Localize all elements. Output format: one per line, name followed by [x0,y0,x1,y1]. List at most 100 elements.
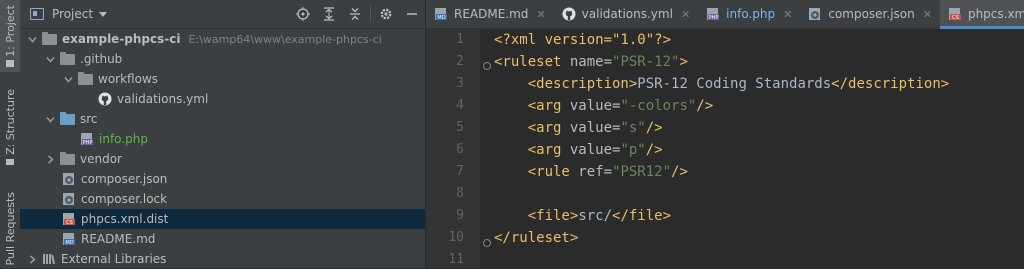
code-line[interactable]: <ruleset name="PSR-12"> [494,51,688,73]
tree-item-label: composer.lock [81,192,168,206]
view-mode-chevron-down-icon[interactable] [99,11,108,17]
project-tool-icon [6,60,14,68]
project-view-icon [30,8,44,20]
tree-row-readme-md[interactable]: MD README.md [20,229,425,249]
chevron-right-icon[interactable] [26,253,38,265]
chevron-down-icon[interactable] [26,33,38,45]
code-token: > [679,54,688,70]
folder-icon [60,111,75,125]
tab-composer-json[interactable]: composer.json ✕ [800,0,940,28]
composer-icon [62,172,76,186]
close-tab-icon[interactable]: ✕ [681,8,690,21]
close-tab-icon[interactable]: ✕ [536,8,545,21]
tree-item-label: validations.yml [117,92,209,106]
code-line[interactable]: <arg value="s"/> [494,117,663,139]
pull-requests-tool-tab[interactable]: Pull Requests [0,190,20,268]
folder-icon [60,51,75,65]
tree-row-project-root[interactable]: example-phpcs-ci E:\wamp64\www\example-p… [20,29,425,49]
structure-tool-tab[interactable]: Z: Structure [0,89,20,165]
tree-row-validations-yml[interactable]: validations.yml [20,89,425,109]
project-panel-title[interactable]: Project [52,7,93,21]
tab-label: validations.yml [581,7,673,21]
code-line[interactable]: <arg value="-colors"/> [494,95,713,117]
tree-row-vendor[interactable]: vendor [20,149,425,169]
tree-item-label: .github [80,52,123,66]
code-token: </description> [831,76,950,92]
php-file-icon: PHP [80,132,94,146]
structure-tool-label: Z: Structure [3,89,17,155]
tree-item-label: src [80,112,98,126]
tree-row-src[interactable]: src [20,109,425,129]
code-line[interactable]: <description>PSR-12 Coding Standards</de… [494,73,949,95]
code-line[interactable]: </ruleset> [494,227,578,249]
close-tab-icon[interactable]: ✕ [923,8,932,21]
line-number: 3 [456,76,464,91]
code-line[interactable]: <?xml version="1.0"?> [494,29,671,51]
tab-label: composer.json [828,7,915,21]
code-token: <description> [494,76,638,92]
svg-text:CS: CS [952,15,959,21]
line-number: 6 [456,142,464,157]
tree-row-github[interactable]: .github [20,49,425,69]
hide-panel-button[interactable] [399,0,425,28]
project-tool-tab[interactable]: 1: Project [0,0,20,72]
fold-marker-icon[interactable] [483,62,491,70]
code-line[interactable]: <arg value="p"/> [494,139,663,161]
close-tab-icon[interactable]: ✕ [783,8,792,21]
tree-item-label: vendor [80,152,122,166]
project-tree: example-phpcs-ci E:\wamp64\www\example-p… [20,29,425,269]
tab-readme-md[interactable]: MD README.md ✕ [426,0,554,28]
php-file-icon: PHP [706,7,720,21]
github-icon [562,7,576,21]
collapse-all-button[interactable] [342,0,368,28]
line-number: 4 [456,98,464,113]
xml-file-icon: CS [948,7,962,21]
chevron-down-icon[interactable] [44,113,56,125]
markdown-file-icon: MD [62,232,76,246]
tree-row-composer-lock[interactable]: composer.lock [20,189,425,209]
expand-all-icon [324,7,334,21]
tab-validations-yml[interactable]: validations.yml ✕ [554,0,699,28]
code-token: <arg [494,98,570,114]
tree-row-external-libraries[interactable]: External Libraries [20,249,425,269]
project-tool-label: 1: Project [3,4,17,57]
pull-requests-tool-label: Pull Requests [3,192,17,266]
header-divider [370,6,371,22]
structure-tool-icon [6,158,14,165]
tab-info-php[interactable]: PHP info.php ✕ [698,0,800,28]
tree-row-info-php[interactable]: PHP info.php [20,129,425,149]
chevron-right-icon[interactable] [44,153,56,165]
expand-all-button[interactable] [316,0,342,28]
locate-file-button[interactable] [290,0,316,28]
settings-button[interactable] [373,0,399,28]
svg-text:PHP: PHP [709,15,719,21]
code-token: /> [696,98,714,114]
code-token: value= [569,120,621,136]
line-number: 5 [456,120,464,135]
code-line[interactable]: <rule ref="PSR12"/> [494,161,688,183]
code-token: value= [569,98,621,114]
tree-row-phpcs-xml-dist[interactable]: CS phpcs.xml.dist [20,209,425,229]
tab-label: phpcs.xml.dist [967,7,1024,21]
minimize-icon [407,13,417,15]
fold-marker-icon[interactable] [483,239,491,247]
code-token: <?xml version="1.0"?> [494,32,672,48]
editor-tab-bar: MD README.md ✕ validations.yml ✕ PHP inf… [426,0,1024,29]
line-number-gutter: 1 2 3 4 5 6 7 8 9 10 11 [426,29,491,268]
svg-text:MD: MD [437,15,445,21]
tree-row-workflows[interactable]: workflows [20,69,425,89]
tree-item-label: phpcs.xml.dist [81,212,169,226]
tab-phpcs-xml-dist[interactable]: CS phpcs.xml.dist [939,0,1024,29]
line-number: 7 [456,164,464,179]
chevron-down-icon[interactable] [44,53,56,65]
tree-item-label: info.php [99,132,148,146]
markdown-file-icon: MD [434,7,448,21]
tree-row-composer-json[interactable]: composer.json [20,169,425,189]
code-line[interactable]: <file>src/</file> [494,205,671,227]
code-token: src/ [578,208,613,224]
line-number: 8 [456,186,464,201]
code-token: /> [645,142,663,158]
line-number: 10 [448,230,464,245]
chevron-down-icon[interactable] [62,73,74,85]
xml-file-icon: CS [62,212,76,226]
